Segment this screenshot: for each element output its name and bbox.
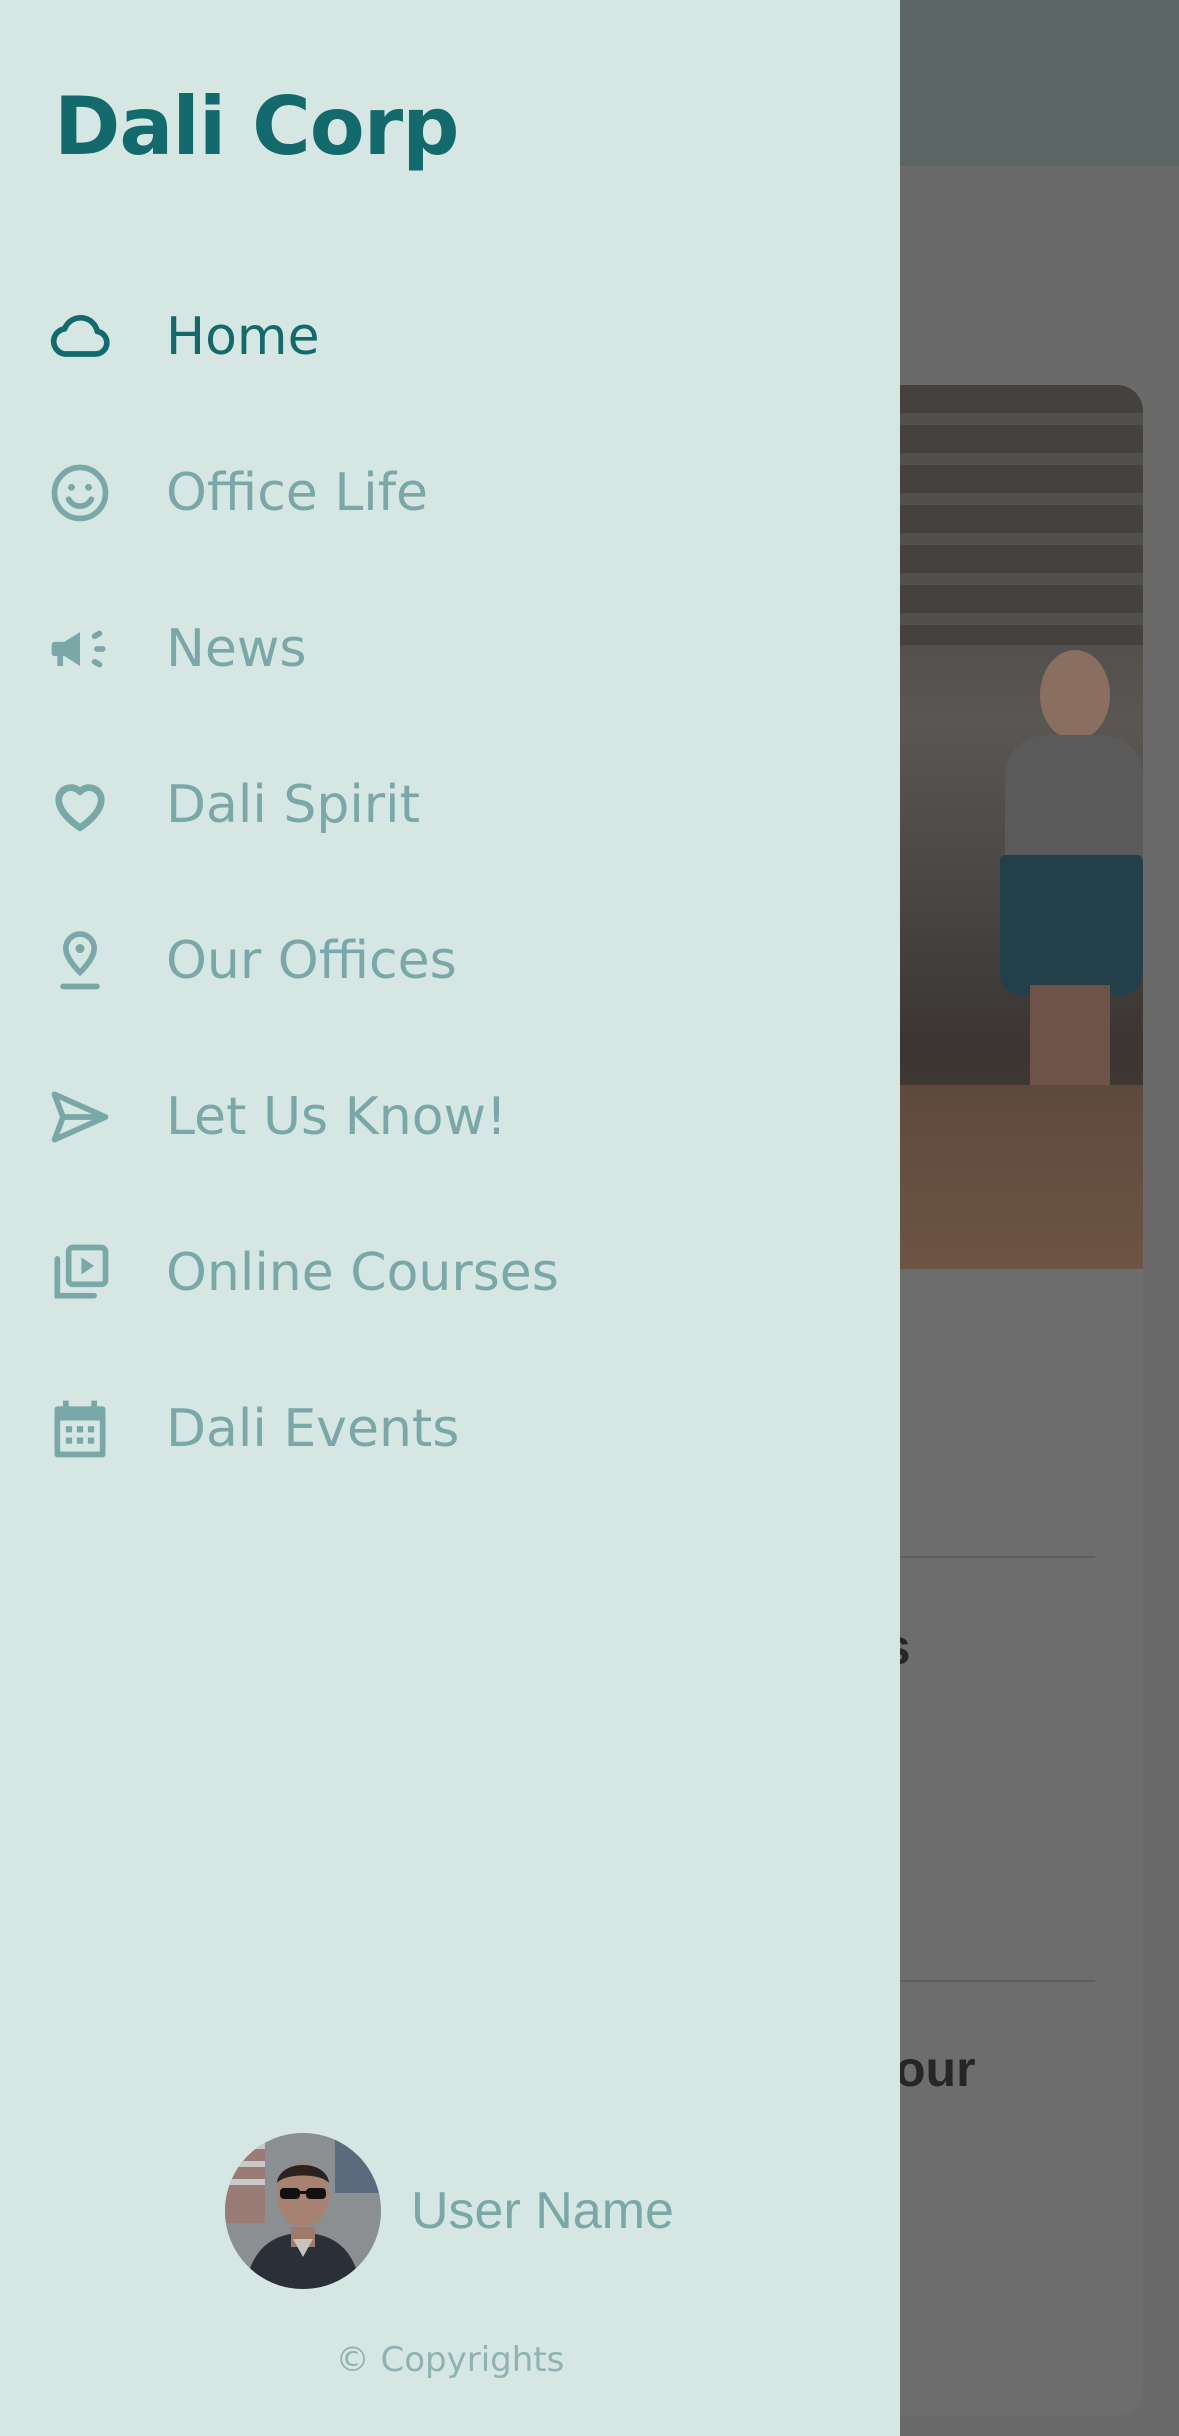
video-library-icon bbox=[40, 1233, 120, 1313]
menu-item-dali-spirit[interactable]: Dali Spirit bbox=[0, 745, 900, 865]
brand-title: Dali Corp bbox=[54, 80, 459, 173]
cloud-icon bbox=[40, 297, 120, 377]
menu-item-dali-events[interactable]: Dali Events bbox=[0, 1369, 900, 1489]
megaphone-icon bbox=[40, 609, 120, 689]
menu-item-news[interactable]: News bbox=[0, 589, 900, 709]
menu-item-our-offices[interactable]: Our Offices bbox=[0, 901, 900, 1021]
menu-item-label: Office Life bbox=[166, 463, 429, 523]
menu-item-label: Home bbox=[166, 307, 320, 367]
background-heading-partial: our bbox=[895, 2041, 976, 2097]
menu-item-office-life[interactable]: Office Life bbox=[0, 433, 900, 553]
menu-item-home[interactable]: Home bbox=[0, 277, 900, 397]
user-name: User Name bbox=[411, 2182, 674, 2240]
menu-item-label: News bbox=[166, 619, 307, 679]
calendar-icon bbox=[40, 1389, 120, 1469]
menu-item-label: Let Us Know! bbox=[166, 1087, 507, 1147]
location-pin-icon bbox=[40, 921, 120, 1001]
send-icon bbox=[40, 1077, 120, 1157]
menu-item-label: Dali Events bbox=[166, 1399, 460, 1459]
navigation-drawer: Dali Corp Home Office Life News Dali Spi… bbox=[0, 0, 900, 2436]
user-profile[interactable]: User Name bbox=[225, 2133, 674, 2289]
menu-item-online-courses[interactable]: Online Courses bbox=[0, 1213, 900, 1333]
menu-item-label: Our Offices bbox=[166, 931, 457, 991]
avatar bbox=[225, 2133, 381, 2289]
copyright-text: © Copyrights bbox=[335, 2340, 565, 2380]
menu-item-label: Online Courses bbox=[166, 1243, 559, 1303]
menu-item-let-us-know[interactable]: Let Us Know! bbox=[0, 1057, 900, 1177]
screen: es our Dali Corp Home bbox=[0, 0, 1179, 2436]
heart-icon bbox=[40, 765, 120, 845]
menu-item-label: Dali Spirit bbox=[166, 775, 421, 835]
smiley-icon bbox=[40, 453, 120, 533]
